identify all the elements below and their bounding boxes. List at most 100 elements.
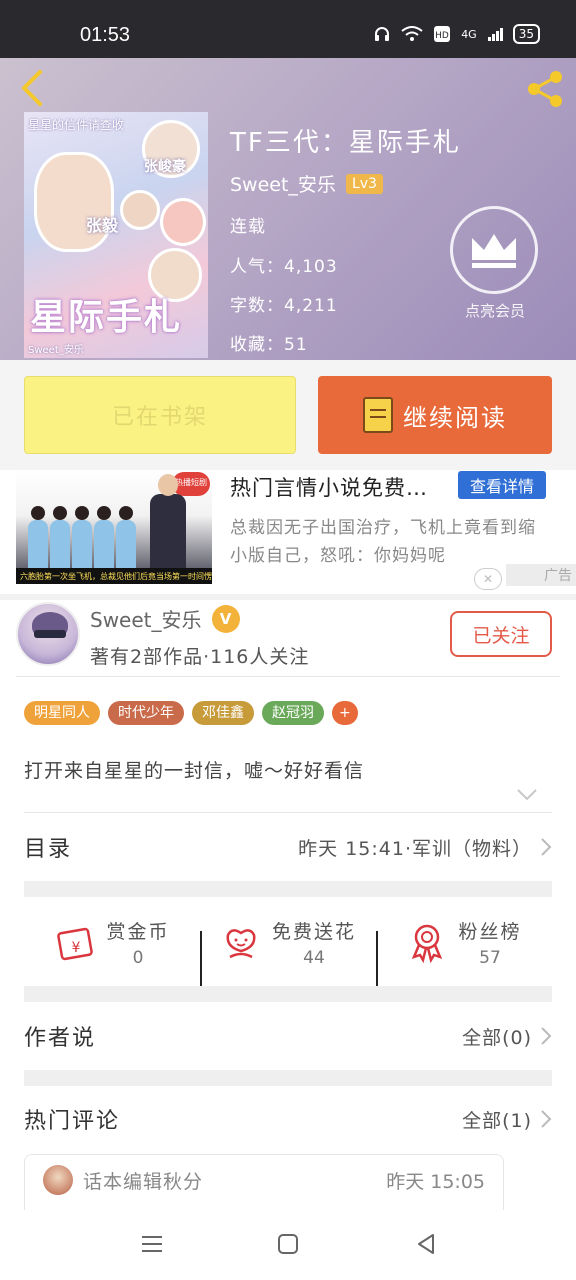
cover-name: 张毅	[86, 216, 119, 235]
reward-coins-button[interactable]: ¥ 赏金币 0	[24, 917, 200, 968]
verified-badge: V	[211, 604, 240, 633]
ad-figure	[94, 506, 114, 570]
book-author-line: Sweet_安乐 Lv3	[230, 170, 383, 197]
book-word-count: 字数：4,211	[230, 296, 338, 316]
author-says-label: 作者说	[24, 1026, 97, 1051]
divider	[16, 676, 560, 677]
crown-icon	[472, 234, 516, 268]
ad-close-button[interactable]: ✕	[474, 568, 502, 590]
section-divider	[24, 1070, 552, 1086]
ad-figure	[72, 506, 92, 570]
fan-ranking-button[interactable]: 粉丝榜 57	[376, 917, 552, 987]
tag-item[interactable]: 明星同人	[24, 701, 100, 725]
divider	[24, 812, 552, 813]
stat-value: 57	[479, 947, 501, 968]
section-divider	[24, 986, 552, 1002]
tag-item[interactable]: 时代少年	[108, 701, 184, 725]
catalog-row[interactable]: 目录 昨天 15:41·军训（物料）	[24, 814, 552, 880]
stat-value: 44	[303, 947, 325, 968]
continue-reading-button[interactable]: 继续阅读	[318, 376, 552, 454]
level-badge: Lv3	[345, 173, 383, 194]
hot-comments-label: 热门评论	[24, 1109, 121, 1134]
hot-comments-row[interactable]: 热门评论 全部(1)	[24, 1086, 552, 1152]
chevron-right-icon	[541, 838, 552, 856]
send-flower-button[interactable]: 免费送花 44	[200, 917, 376, 987]
signal-icon	[487, 28, 503, 41]
hot-comments-count-text: 全部(1)	[462, 1109, 532, 1132]
cover-top-text: 星星的信件请查收	[28, 118, 125, 132]
book-cover[interactable]: 星星的信件请查收 张峻豪 张毅 星际手札 Sweet_安乐	[24, 112, 208, 358]
book-author[interactable]: Sweet_安乐	[230, 170, 336, 197]
stats-row: ¥ 赏金币 0 免费送花 44 粉丝榜 57	[24, 898, 552, 987]
hd-icon: HD	[434, 26, 451, 42]
tag-more-button[interactable]: +	[332, 701, 358, 725]
ad-figure	[150, 474, 186, 574]
ad-figure	[50, 506, 70, 570]
book-summary: 打开来自星星的一封信，嘘～好好看信	[24, 760, 365, 782]
catalog-label: 目录	[24, 837, 73, 862]
tag-item[interactable]: 赵冠羽	[262, 701, 324, 725]
book-favorites: 收藏：51	[230, 335, 308, 355]
home-icon[interactable]	[276, 1232, 300, 1256]
battery-indicator: 35	[512, 24, 540, 44]
share-icon[interactable]	[524, 68, 566, 110]
author-says-row[interactable]: 作者说 全部(0)	[24, 1003, 552, 1069]
continue-reading-label: 继续阅读	[403, 403, 507, 432]
vip-button[interactable]: 点亮会员	[450, 206, 540, 326]
ad-figure	[28, 506, 48, 570]
cover-watermark: Sweet_安乐	[28, 345, 84, 356]
status-bar: 01:53 HD 4G 35	[0, 0, 576, 58]
back-triangle-icon[interactable]	[414, 1232, 438, 1256]
tag-item[interactable]: 邓佳鑫	[192, 701, 254, 725]
author-says-count: 全部(0)	[462, 1023, 552, 1050]
headphones-icon	[375, 27, 390, 41]
book-status: 连载	[230, 217, 266, 237]
book-popularity: 人气：4,103	[230, 257, 338, 277]
red-envelope-icon: ¥	[57, 927, 94, 961]
ad-description: 总裁因无子出国治疗，飞机上竟看到缩小版自己，怒吼：你妈妈呢	[230, 518, 536, 566]
cover-name: 张峻豪	[144, 159, 186, 175]
cover-title-art: 星际手札	[30, 297, 183, 338]
vip-circle	[450, 206, 538, 294]
chevron-right-icon	[541, 1027, 552, 1045]
chevron-down-icon[interactable]	[516, 788, 538, 802]
in-shelf-button[interactable]: 已在书架	[24, 376, 296, 454]
cover-face	[34, 152, 114, 252]
commenter-avatar[interactable]	[43, 1165, 73, 1195]
chevron-right-icon	[541, 1110, 552, 1128]
cover-face	[120, 190, 160, 230]
cover-face	[160, 198, 206, 246]
flower-icon	[226, 929, 256, 959]
back-arrow-icon[interactable]	[14, 66, 50, 110]
stat-label: 粉丝榜	[458, 920, 522, 943]
author-name[interactable]: Sweet_安乐	[90, 604, 202, 633]
menu-icon[interactable]	[140, 1232, 164, 1256]
network-type: 4G	[461, 27, 477, 41]
vip-label: 点亮会员	[464, 302, 525, 320]
follow-button[interactable]: 已关注	[450, 611, 552, 657]
stat-label: 赏金币	[106, 920, 170, 943]
stat-value: 0	[132, 947, 144, 968]
svg-text:¥: ¥	[72, 940, 81, 956]
wifi-icon	[401, 26, 423, 41]
stat-label: 免费送花	[271, 920, 356, 943]
ad-image[interactable]: 热播短剧 六胞胎第一次坐飞机，总裁见他们后竟当场第一时间愣住了	[16, 470, 212, 584]
ad-detail-button[interactable]: 查看详情	[458, 471, 546, 499]
status-icons: HD 4G 35	[373, 24, 540, 44]
medal-icon	[412, 924, 443, 963]
hot-comments-count: 全部(1)	[462, 1106, 552, 1133]
book-title: TF三代：星际手札	[230, 128, 461, 158]
author-avatar[interactable]	[16, 602, 80, 666]
ad-mark: 广告	[506, 564, 576, 586]
svg-text:HD: HD	[435, 31, 449, 41]
author-says-count-text: 全部(0)	[462, 1026, 532, 1049]
author-name-line: Sweet_安乐 V	[90, 604, 240, 633]
commenter-name[interactable]: 话本编辑秋分	[83, 1167, 203, 1194]
ad-image-caption: 六胞胎第一次坐飞机，总裁见他们后竟当场第一时间愣住了	[16, 568, 212, 584]
ad-title[interactable]: 热门言情小说免费…	[230, 472, 450, 502]
section-divider	[24, 881, 552, 897]
tag-list: 明星同人 时代少年 邓佳鑫 赵冠羽 +	[24, 701, 358, 725]
ad-figure	[116, 506, 136, 570]
status-time: 01:53	[80, 24, 131, 46]
comment-time: 昨天 15:05	[386, 1171, 485, 1193]
